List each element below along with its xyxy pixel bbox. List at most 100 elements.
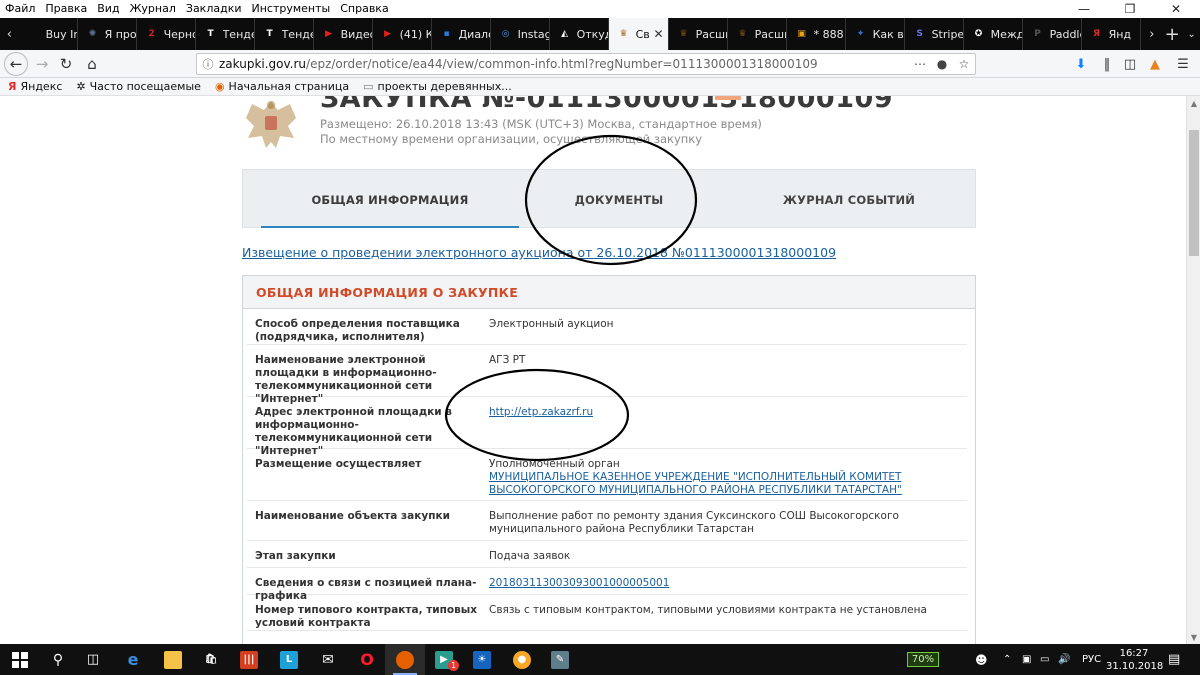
row-value-link[interactable]: http://etp.zakazrf.ru — [489, 406, 593, 418]
reload-icon[interactable]: ↻ — [54, 52, 78, 76]
downloads-icon[interactable]: ⬇ — [1070, 54, 1092, 74]
restore-button[interactable]: ❐ — [1107, 0, 1153, 18]
bookmark-home-page[interactable]: ◉ Начальная страница — [215, 80, 349, 93]
firefox-taskbar-icon[interactable] — [385, 644, 425, 675]
notice-link[interactable]: Извещение о проведении электронного аукц… — [242, 245, 836, 260]
site-info-icon[interactable]: ⓘ — [197, 56, 219, 72]
store-icon[interactable]: 🛍 — [191, 644, 231, 675]
tab-favicon-icon: ♛ — [619, 29, 628, 39]
home-icon[interactable]: ⌂ — [80, 52, 104, 76]
windows-taskbar: ⚲ ◫ e 🛍 ||| L ✉ O ▶ 1 ☀ ● ✎ 70% ☻ ⌃ ▣ ▭ 🔊… — [0, 644, 1200, 675]
vertical-scrollbar[interactable]: ▲ ▼ — [1186, 96, 1200, 644]
app-orange-icon[interactable]: ● — [502, 644, 542, 675]
browser-tab[interactable]: ✦ Как в — [846, 18, 905, 50]
table-row: Номер типового контракта, типовых услови… — [247, 595, 967, 631]
file-explorer-icon[interactable] — [153, 644, 193, 675]
tabs-scroll-right-icon[interactable]: › — [1143, 18, 1162, 50]
pocket-icon[interactable]: ● — [931, 57, 953, 71]
scrollbar-thumb[interactable] — [1189, 130, 1199, 256]
close-tab-icon[interactable]: ✕ — [654, 27, 664, 41]
browser-tab[interactable]: ◭ Откуд — [550, 18, 609, 50]
battery-indicator[interactable]: 70% — [907, 652, 939, 667]
address-bar[interactable]: ⓘ zakupki.gov.ru/epz/order/notice/ea44/v… — [196, 53, 976, 75]
browser-tab[interactable]: ♛ Расши — [728, 18, 787, 50]
input-language[interactable]: РУС — [1082, 644, 1101, 675]
tab-list-chevron-icon[interactable]: ⌄ — [1183, 18, 1200, 50]
browser-tab[interactable]: S Stripe — [905, 18, 964, 50]
minimize-button[interactable]: — — [1061, 0, 1107, 18]
browser-tab[interactable]: ▣ * 888 — [787, 18, 846, 50]
browser-tab[interactable]: 2 Черно — [137, 18, 196, 50]
folder-icon: ▭ — [363, 80, 374, 93]
menu-help[interactable]: Справка — [335, 0, 393, 18]
browser-tab[interactable]: Я Янд — [1082, 18, 1141, 50]
menu-tools[interactable]: Инструменты — [247, 0, 336, 18]
navigation-bar: ← → ↻ ⌂ ⓘ zakupki.gov.ru/epz/order/notic… — [0, 50, 1200, 78]
browser-tab[interactable]: ▶ Видео — [314, 18, 373, 50]
browser-tab[interactable]: Buy Instag — [19, 18, 78, 50]
browser-tab[interactable]: T Тенде — [196, 18, 255, 50]
row-value-cell: Электронный аукцион — [489, 309, 967, 344]
app-l-icon[interactable]: L — [269, 644, 309, 675]
bookmark-star-icon[interactable]: ☆ — [953, 57, 975, 71]
scroll-down-icon[interactable]: ▼ — [1187, 630, 1200, 644]
row-label: Адрес электронной площадки в информацион… — [255, 406, 452, 457]
tab-documents[interactable]: ДОКУМЕНТЫ — [529, 170, 709, 229]
clock[interactable]: 16:27 31.10.2018 — [1106, 647, 1163, 673]
browser-tab[interactable]: T Тенде — [255, 18, 314, 50]
browser-tab[interactable]: P Paddle — [1023, 18, 1082, 50]
app-paint-icon[interactable]: ✎ — [540, 644, 580, 675]
menu-edit[interactable]: Правка — [40, 0, 92, 18]
menu-file[interactable]: Файл — [0, 0, 40, 18]
tab-favicon-icon: ▣ — [797, 29, 806, 39]
start-windows-icon[interactable] — [0, 644, 40, 675]
forward-icon[interactable]: → — [30, 52, 54, 76]
volume-icon[interactable]: 🔊 — [1058, 644, 1070, 675]
tabs-scroll-left-icon[interactable]: ‹ — [0, 18, 19, 50]
library-icon[interactable]: ‖ — [1096, 54, 1118, 74]
browser-tab[interactable]: ▪ Диало — [432, 18, 491, 50]
close-window-button[interactable]: ✕ — [1153, 0, 1199, 18]
bookmark-most-visited[interactable]: ✲ Часто посещаемые — [76, 80, 201, 93]
people-icon[interactable]: ☻ — [975, 644, 988, 675]
sidebar-icon[interactable]: ◫ — [1119, 54, 1141, 74]
action-center-icon[interactable]: ▤ — [1168, 644, 1180, 675]
browser-tab[interactable]: ✪ Между — [964, 18, 1023, 50]
mail-icon[interactable]: ✉ — [308, 644, 348, 675]
tray-chevron-icon[interactable]: ⌃ — [1003, 644, 1011, 675]
menu-view[interactable]: Вид — [92, 0, 124, 18]
app-notify-icon[interactable]: ▶ 1 — [424, 644, 464, 675]
browser-tab[interactable]: ✺ Я про — [78, 18, 137, 50]
back-icon[interactable]: ← — [4, 52, 28, 76]
new-tab-icon[interactable]: + — [1161, 18, 1183, 50]
edge-icon[interactable]: e — [113, 644, 153, 675]
tab-event-log[interactable]: ЖУРНАЛ СОБЫТИЙ — [749, 170, 949, 229]
task-view-icon[interactable]: ◫ — [73, 644, 113, 675]
hamburger-menu-icon[interactable]: ☰ — [1172, 54, 1194, 74]
search-icon[interactable]: ⚲ — [38, 644, 78, 675]
menu-history[interactable]: Журнал — [125, 0, 181, 18]
app-red-icon[interactable]: ||| — [229, 644, 269, 675]
browser-tab[interactable]: ♛ Расши — [669, 18, 728, 50]
row-value-link[interactable]: МУНИЦИПАЛЬНОЕ КАЗЕННОЕ УЧРЕЖДЕНИЕ "ИСПОЛ… — [489, 471, 902, 496]
network-icon[interactable]: ▣ — [1022, 644, 1031, 675]
tab-favicon-icon: ◭ — [561, 29, 569, 39]
url-text: zakupki.gov.ru/epz/order/notice/ea44/vie… — [219, 57, 909, 71]
menu-bookmarks[interactable]: Закладки — [181, 0, 247, 18]
tab-general-info[interactable]: ОБЩАЯ ИНФОРМАЦИЯ — [261, 170, 519, 229]
tab-favicon-icon: Я — [1093, 29, 1101, 39]
browser-tab[interactable]: ♛ Св ✕ — [608, 18, 669, 50]
browser-tab[interactable]: ▶ (41) К — [373, 18, 432, 50]
bookmark-wood-projects[interactable]: ▭ проекты деревянных... — [363, 80, 512, 93]
scroll-up-icon[interactable]: ▲ — [1187, 96, 1200, 110]
browser-tab[interactable]: ◎ Instag — [491, 18, 550, 50]
extension-fox-icon[interactable]: ▲ — [1144, 54, 1166, 74]
app-blue-icon[interactable]: ☀ — [462, 644, 502, 675]
page-actions-icon[interactable]: ⋯ — [909, 57, 931, 71]
bookmark-yandex[interactable]: Я Яндекс — [8, 80, 62, 93]
power-icon[interactable]: ▭ — [1040, 644, 1049, 675]
tab-label: * 888 — [813, 27, 844, 41]
row-value-link[interactable]: 201803113003093001000005001 — [489, 577, 669, 589]
tab-favicon-icon: P — [1034, 29, 1041, 39]
opera-icon[interactable]: O — [347, 644, 387, 675]
